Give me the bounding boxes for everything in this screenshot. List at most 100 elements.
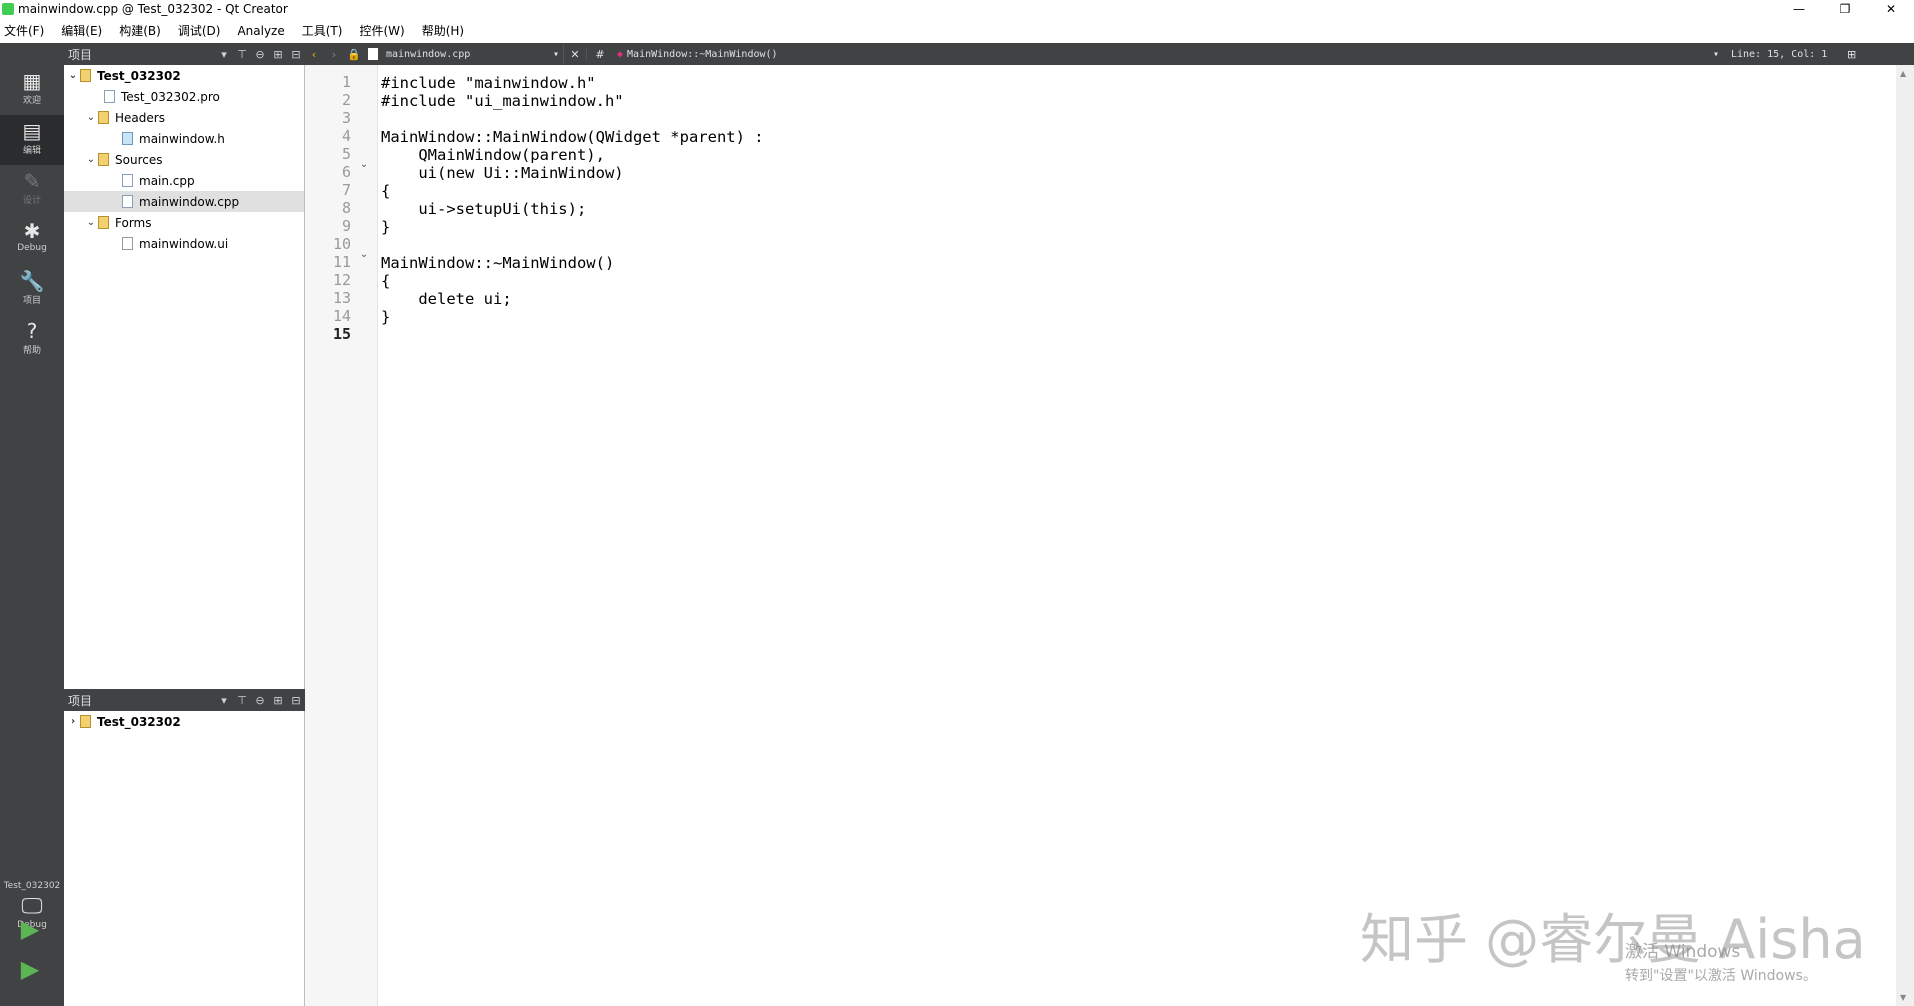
mode-edit[interactable]: ▤ 编辑 xyxy=(0,115,64,165)
chevron-down-icon[interactable]: ▾ xyxy=(215,694,233,707)
pro-file-icon xyxy=(104,90,115,103)
editor-toolbar: ‹ › 🔒 mainwindow.cpp ▾ ✕ # ◆ MainWindow:… xyxy=(304,43,1914,65)
tree-item-mainwindow-h[interactable]: mainwindow.h xyxy=(122,128,225,149)
close-document-icon[interactable]: ✕ xyxy=(564,48,586,61)
tree-item-forms[interactable]: ⌄ Forms xyxy=(84,212,152,233)
lock-icon: 🔒 xyxy=(347,47,361,61)
close-pane-icon[interactable]: ⊟ xyxy=(287,48,305,61)
mode-welcome[interactable]: ▦ 欢迎 xyxy=(0,65,64,115)
project-pane-bottom-toolbar: 项目 ▾ ⊤ ⊖ ⊞ ⊟ xyxy=(64,689,305,711)
line-number: 3 xyxy=(341,109,351,127)
forward-icon[interactable]: › xyxy=(324,48,344,61)
chevron-down-icon[interactable]: ▾ xyxy=(215,48,233,61)
tree-item-label: Test_032302.pro xyxy=(121,89,220,104)
cpp-file-icon xyxy=(122,174,133,187)
cpp-file-icon xyxy=(368,48,378,60)
project-tree-bottom: › Test_032302 xyxy=(64,711,305,1006)
line-number: 9 xyxy=(341,217,351,235)
header-file-icon xyxy=(122,132,133,145)
tree-item-label: Forms xyxy=(115,215,152,230)
chevron-right-icon[interactable]: › xyxy=(66,716,80,727)
tree-item-label: mainwindow.ui xyxy=(139,236,229,251)
menu-analyze[interactable]: Analyze xyxy=(233,24,291,38)
project-icon xyxy=(80,715,91,728)
filter-icon[interactable]: ⊤ xyxy=(233,48,251,61)
split-icon[interactable]: ⊞ xyxy=(269,694,287,707)
minimize-button[interactable]: — xyxy=(1776,0,1822,18)
tree-item-label: Test_032302 xyxy=(97,68,181,83)
link-icon[interactable]: ⊖ xyxy=(251,694,269,707)
editor-scrollbar[interactable]: ▲ ▼ xyxy=(1896,65,1914,1006)
ui-file-icon xyxy=(122,237,133,250)
tree-item-project[interactable]: ⌄ Test_032302 xyxy=(66,65,181,86)
tree-item-label: mainwindow.cpp xyxy=(139,194,240,209)
project-tree-top: ⌄ Test_032302 Test_032302.pro ⌄ Headers … xyxy=(64,65,305,689)
restore-button[interactable]: ❐ xyxy=(1822,0,1868,18)
project-pane-bottom-title[interactable]: 项目 xyxy=(68,692,215,709)
mode-design[interactable]: ✎ 设计 xyxy=(0,165,64,215)
menu-build[interactable]: 构建(B) xyxy=(115,22,168,39)
title-bar: mainwindow.cpp @ Test_032302 - Qt Creato… xyxy=(0,0,1914,18)
line-number: 1 xyxy=(341,73,351,91)
line-number: 10 xyxy=(332,235,351,253)
run-button[interactable]: ▶ xyxy=(14,915,46,945)
link-icon[interactable]: ⊖ xyxy=(251,48,269,61)
menu-help[interactable]: 帮助(H) xyxy=(418,22,471,39)
qt-creator-logo-icon xyxy=(2,3,14,15)
code-line: QMainWindow(parent), xyxy=(381,146,605,164)
scroll-up-icon[interactable]: ▲ xyxy=(1900,69,1906,78)
close-button[interactable]: ✕ xyxy=(1868,0,1914,18)
filter-icon[interactable]: ⊤ xyxy=(233,694,251,707)
code-line: ui->setupUi(this); xyxy=(381,200,587,218)
chevron-down-icon[interactable]: ⌄ xyxy=(84,154,98,165)
menu-widgets[interactable]: 控件(W) xyxy=(355,22,411,39)
cursor-position[interactable]: Line: 15, Col: 1 xyxy=(1731,49,1841,60)
menu-tools[interactable]: 工具(T) xyxy=(298,22,350,39)
line-number: 14 xyxy=(332,307,351,325)
tree-item-label: Test_032302 xyxy=(97,714,181,729)
tree-item-mainwindow-ui[interactable]: mainwindow.ui xyxy=(122,233,228,254)
play-icon: ▶ xyxy=(20,915,40,943)
file-combo-label: mainwindow.cpp xyxy=(386,48,471,60)
activate-line-2: 转到"设置"以激活 Windows。 xyxy=(1625,968,1817,984)
tree-item-sources[interactable]: ⌄ Sources xyxy=(84,149,163,170)
tree-item-mainwindow-cpp[interactable]: mainwindow.cpp xyxy=(64,191,304,212)
menu-file[interactable]: 文件(F) xyxy=(0,22,51,39)
split-icon[interactable]: ⊞ xyxy=(269,48,287,61)
chevron-down-icon[interactable]: ⌄ xyxy=(84,112,98,123)
tree-item-headers[interactable]: ⌄ Headers xyxy=(84,107,165,128)
line-number-current: 15 xyxy=(332,325,351,343)
wrench-icon: 🔧 xyxy=(19,269,45,293)
tree-item-label: mainwindow.h xyxy=(139,131,225,146)
scroll-down-icon[interactable]: ▼ xyxy=(1900,993,1906,1002)
mode-help[interactable]: ? 帮助 xyxy=(0,315,64,365)
chevron-down-icon[interactable]: ⌄ xyxy=(84,217,98,228)
tree-item-label: Headers xyxy=(115,110,165,125)
fold-chevron-icon[interactable]: ⌄ xyxy=(357,249,371,260)
close-pane-icon[interactable]: ⊟ xyxy=(287,694,305,707)
menu-edit[interactable]: 编辑(E) xyxy=(57,22,109,39)
hash-button[interactable]: # xyxy=(586,47,613,61)
back-icon[interactable]: ‹ xyxy=(304,48,324,61)
project-pane-top-title[interactable]: 项目 xyxy=(68,46,215,63)
symbol-combo[interactable]: ◆ MainWindow::~MainWindow() ▾ xyxy=(613,44,1723,64)
tree-item-pro-file[interactable]: Test_032302.pro xyxy=(104,86,220,107)
chevron-down-icon[interactable]: ⌄ xyxy=(66,70,80,81)
window-controls: — ❐ ✕ xyxy=(1776,0,1914,18)
line-number: 7 xyxy=(341,181,351,199)
function-icon: ◆ xyxy=(617,48,624,60)
tree-item-main-cpp[interactable]: main.cpp xyxy=(122,170,195,191)
split-editor-icon[interactable]: ⊞ xyxy=(1847,48,1856,61)
fold-chevron-icon[interactable]: ⌄ xyxy=(357,159,371,170)
bug-icon: ✱ xyxy=(23,219,41,243)
project-pane-top-toolbar: 项目 ▾ ⊤ ⊖ ⊞ ⊟ xyxy=(64,43,305,65)
debug-run-button[interactable]: ▶ xyxy=(14,955,46,985)
mode-projects[interactable]: 🔧 项目 xyxy=(0,265,64,315)
line-number-gutter: 1 2 3 4 5 6 7 8 9 10 11 12 13 14 15 ⌄ ⌄ xyxy=(305,65,378,1006)
code-line: } xyxy=(381,218,391,236)
menu-debug[interactable]: 调试(D) xyxy=(174,22,228,39)
activate-line-1: 激活 Windows xyxy=(1625,942,1741,962)
tree-item-project[interactable]: › Test_032302 xyxy=(66,711,181,732)
mode-debug[interactable]: ✱ Debug xyxy=(0,215,64,265)
file-combo[interactable]: mainwindow.cpp ▾ xyxy=(364,44,564,64)
